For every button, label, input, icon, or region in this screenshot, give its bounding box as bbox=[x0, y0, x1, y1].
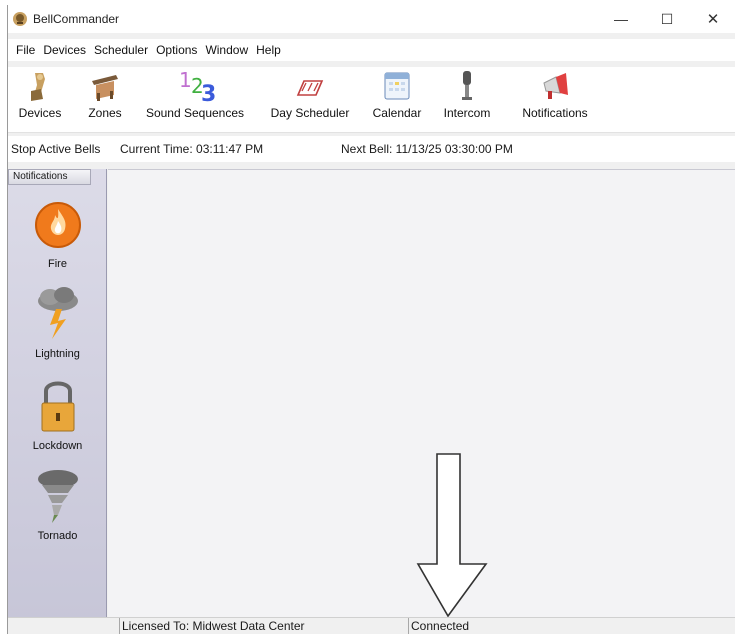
toolbar-intercom-label: Intercom bbox=[443, 106, 491, 120]
toolbar-devices-label: Devices bbox=[18, 106, 62, 120]
menu-window[interactable]: Window bbox=[201, 43, 252, 57]
stop-active-bells-button[interactable]: Stop Active Bells bbox=[11, 142, 100, 156]
maximize-button[interactable]: ☐ bbox=[644, 5, 690, 33]
app-window: BellCommander — ☐ ✕ File Devices Schedul… bbox=[7, 5, 735, 634]
close-button[interactable]: ✕ bbox=[690, 5, 735, 33]
zones-icon bbox=[92, 75, 118, 101]
notification-tornado[interactable]: Tornado bbox=[8, 467, 107, 542]
bottom-status-bar: Licensed To: Midwest Data Center Connect… bbox=[8, 617, 735, 634]
toolbar-day-scheduler-label: Day Scheduler bbox=[270, 106, 350, 120]
fire-icon bbox=[34, 202, 81, 248]
menu-help[interactable]: Help bbox=[252, 43, 285, 57]
calendar-icon bbox=[384, 72, 410, 100]
toolbar-intercom-button[interactable]: Intercom bbox=[436, 69, 498, 131]
toolbar-devices-button[interactable]: Devices bbox=[10, 69, 70, 131]
notifications-panel: Notifications Fire Lightning Lockdown To… bbox=[8, 169, 107, 621]
svg-text:1: 1 bbox=[179, 69, 192, 92]
notification-lockdown-label: Lockdown bbox=[32, 440, 83, 452]
toolbar-sound-sequences-label: Sound Sequences bbox=[145, 106, 245, 120]
devices-icon bbox=[31, 73, 45, 101]
status-strip: Stop Active Bells Current Time: 03:11:47… bbox=[8, 136, 735, 162]
notification-tornado-label: Tornado bbox=[37, 530, 78, 542]
notification-fire-label: Fire bbox=[48, 258, 67, 270]
svg-text:3: 3 bbox=[201, 82, 216, 103]
day-scheduler-icon bbox=[296, 80, 324, 96]
toolbar: Devices Zones 1 2 3 Sound Sequences Day … bbox=[8, 67, 735, 133]
lightning-icon bbox=[37, 287, 78, 339]
menu-devices[interactable]: Devices bbox=[39, 43, 90, 57]
bell-commander-app-icon bbox=[13, 12, 27, 26]
connection-status: Connected bbox=[408, 618, 735, 634]
menu-file[interactable]: File bbox=[12, 43, 39, 57]
window-controls: — ☐ ✕ bbox=[598, 5, 735, 33]
window-title: BellCommander bbox=[33, 12, 120, 26]
license-text: Licensed To: Midwest Data Center bbox=[119, 618, 408, 634]
down-arrow-icon bbox=[416, 453, 488, 618]
intercom-icon bbox=[462, 71, 472, 100]
toolbar-zones-button[interactable]: Zones bbox=[78, 69, 132, 131]
next-bell: Next Bell: 11/13/25 03:30:00 PM bbox=[341, 142, 513, 156]
current-time: Current Time: 03:11:47 PM bbox=[120, 142, 264, 156]
toolbar-sound-sequences-button[interactable]: 1 2 3 Sound Sequences bbox=[136, 69, 254, 131]
notification-lightning-label: Lightning bbox=[35, 348, 80, 360]
notification-fire[interactable]: Fire bbox=[8, 195, 107, 270]
sound-sequences-icon: 1 2 3 bbox=[179, 69, 216, 103]
toolbar-zones-label: Zones bbox=[88, 106, 122, 120]
notification-lockdown[interactable]: Lockdown bbox=[8, 373, 107, 452]
toolbar-calendar-button[interactable]: Calendar bbox=[366, 69, 428, 131]
notifications-panel-header[interactable]: Notifications bbox=[8, 169, 91, 185]
main-content-area bbox=[108, 169, 735, 621]
toolbar-calendar-label: Calendar bbox=[372, 106, 422, 120]
toolbar-day-scheduler-button[interactable]: Day Scheduler bbox=[262, 69, 358, 131]
tornado-icon bbox=[37, 470, 78, 523]
menu-bar: File Devices Scheduler Options Window He… bbox=[8, 39, 735, 61]
menu-options[interactable]: Options bbox=[152, 43, 201, 57]
toolbar-notifications-button[interactable]: Notifications bbox=[514, 69, 596, 131]
notification-lightning[interactable]: Lightning bbox=[8, 281, 107, 360]
notifications-icon bbox=[543, 73, 568, 99]
toolbar-notifications-label: Notifications bbox=[522, 106, 588, 120]
minimize-button[interactable]: — bbox=[598, 5, 644, 33]
menu-scheduler[interactable]: Scheduler bbox=[90, 43, 152, 57]
lockdown-icon bbox=[41, 381, 74, 432]
title-bar: BellCommander — ☐ ✕ bbox=[8, 5, 735, 33]
